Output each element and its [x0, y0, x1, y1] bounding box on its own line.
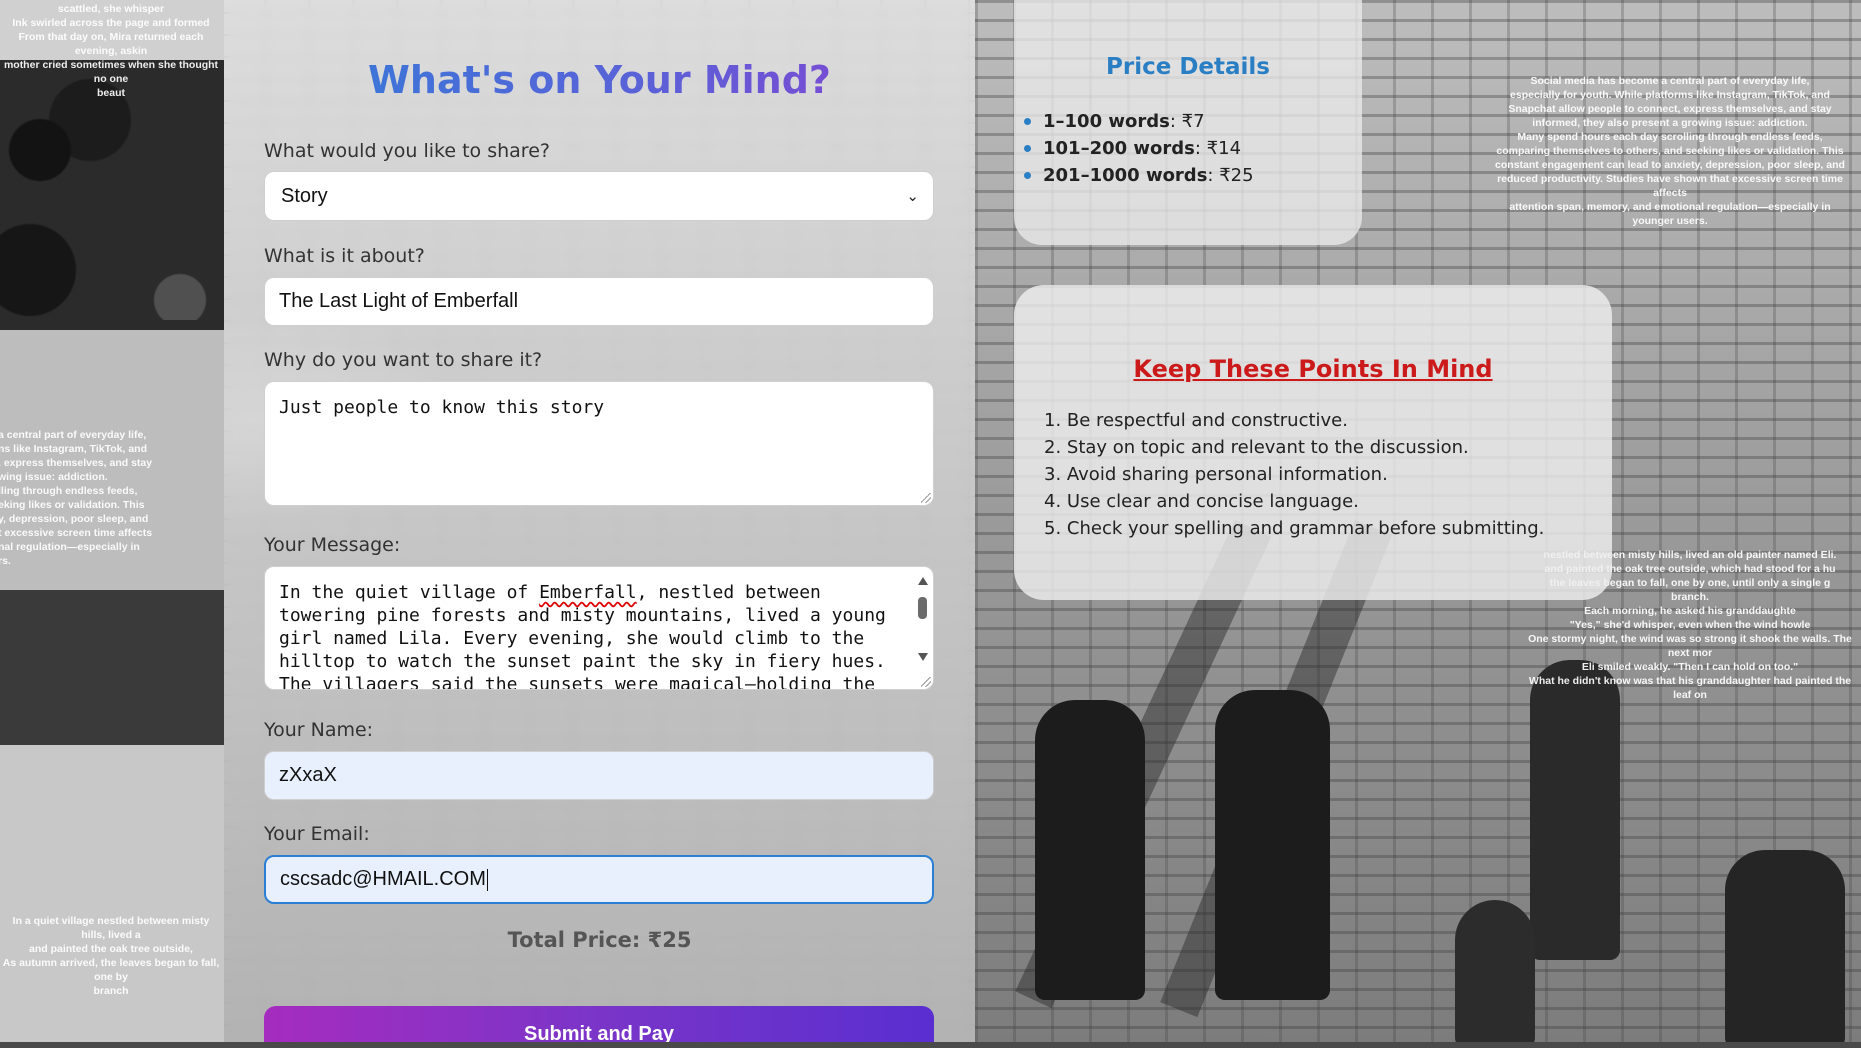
person-with-bicycle — [1215, 690, 1330, 1000]
email-input[interactable]: cscsadc@HMAIL.COM — [264, 855, 934, 904]
name-label: Your Name: — [264, 719, 374, 741]
resize-handle-icon[interactable] — [921, 677, 931, 687]
bullet-icon — [1024, 145, 1031, 152]
why-label: Why do you want to share it? — [264, 349, 543, 371]
form-title: What's on Your Mind? — [224, 58, 975, 102]
misspelled-word: Emberfall — [539, 582, 637, 603]
person-walking — [1530, 660, 1620, 960]
why-textarea-value: Just people to know this story — [279, 397, 605, 418]
guideline-item: 1. Be respectful and constructive. — [1044, 410, 1348, 431]
chevron-down-icon: ⌄ — [906, 188, 919, 205]
guideline-item: 2. Stay on topic and relevant to the dis… — [1044, 437, 1469, 458]
price-details-card: Price Details 1–100 words: ₹7 101–200 wo… — [1014, 0, 1362, 245]
message-scrollbar[interactable] — [915, 571, 931, 683]
price-item: 1–100 words: ₹7 — [1024, 108, 1254, 135]
guidelines-list: 1. Be respectful and constructive. 2. St… — [1044, 407, 1544, 542]
share-type-select[interactable]: Story ⌄ — [264, 171, 934, 221]
message-text: In the quiet village of Emberfall, nestl… — [279, 582, 886, 690]
total-price: Total Price: ₹25 — [507, 928, 692, 952]
about-input[interactable]: The Last Light of Emberfall — [264, 277, 934, 326]
share-type-label: What would you like to share? — [264, 140, 550, 162]
share-type-value: Story — [281, 184, 328, 207]
name-input[interactable]: zXxaX — [264, 751, 934, 800]
name-input-value: zXxaX — [279, 764, 337, 786]
about-label: What is it about? — [264, 245, 425, 267]
background-story-text-lower: In a quiet village nestled between misty… — [2, 915, 220, 997]
resize-handle-icon[interactable] — [921, 493, 931, 503]
scroll-up-arrow-icon[interactable] — [918, 577, 928, 585]
person-with-bicycle — [1035, 700, 1145, 1000]
person-walking — [1725, 850, 1845, 1048]
guideline-item: 3. Avoid sharing personal information. — [1044, 464, 1388, 485]
price-details-title: Price Details — [1106, 54, 1270, 80]
price-list: 1–100 words: ₹7 101–200 words: ₹14 201–1… — [1024, 108, 1254, 189]
text-caret — [486, 868, 488, 891]
message-label: Your Message: — [264, 534, 401, 556]
person-walking — [1455, 900, 1535, 1048]
why-textarea[interactable]: Just people to know this story — [264, 381, 934, 506]
email-label: Your Email: — [264, 823, 370, 845]
message-textarea[interactable]: In the quiet village of Emberfall, nestl… — [264, 566, 934, 690]
about-input-value: The Last Light of Emberfall — [279, 290, 519, 312]
email-input-value: cscsadc@HMAIL.COM — [280, 868, 486, 890]
scroll-thumb[interactable] — [918, 597, 927, 619]
share-form-panel: What's on Your Mind? What would you like… — [224, 0, 975, 1048]
guideline-item: 4. Use clear and concise language. — [1044, 491, 1359, 512]
bullet-icon — [1024, 172, 1031, 179]
bottom-border — [0, 1042, 1861, 1048]
bullet-icon — [1024, 118, 1031, 125]
background-story-text: scattled, she whisper Ink swirled across… — [3, 3, 219, 99]
background-article-text: a central part of everyday life, ns like… — [0, 429, 153, 567]
guidelines-card: Keep These Points In Mind 1. Be respectf… — [1014, 285, 1612, 600]
scroll-down-arrow-icon[interactable] — [918, 653, 928, 661]
background-article-text-right: Social media has become a central part o… — [1495, 75, 1845, 227]
price-item: 101–200 words: ₹14 — [1024, 135, 1254, 162]
guideline-item: 5. Check your spelling and grammar befor… — [1044, 518, 1545, 539]
price-item: 201–1000 words: ₹25 — [1024, 162, 1254, 189]
foliage-silhouette — [0, 70, 224, 320]
guidelines-title: Keep These Points In Mind — [1133, 355, 1493, 383]
